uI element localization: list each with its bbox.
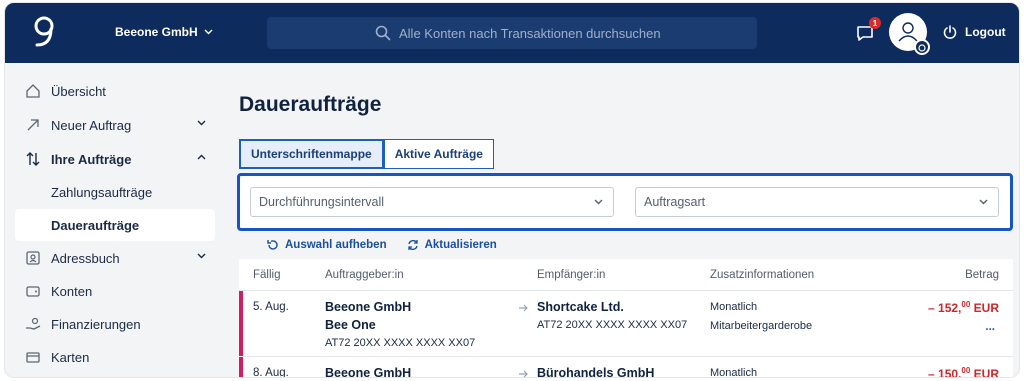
company-name: Beeone GmbH: [115, 25, 198, 39]
power-icon: [943, 25, 957, 39]
column-header-recipient: Empfänger:in: [537, 269, 606, 281]
page-title: Daueraufträge: [239, 93, 382, 116]
sidebar-item-cards[interactable]: Karten: [15, 341, 215, 373]
column-header-due: Fällig: [253, 269, 281, 281]
tab-bar: Unterschriftenmappe Aktive Aufträge: [239, 139, 494, 169]
card-icon: [26, 352, 40, 363]
logout-label: Logout: [965, 25, 1006, 39]
row-reference: Mitarbeitergarderobe: [710, 320, 813, 332]
interval-select-label: Durchführungsintervall: [259, 195, 385, 209]
row-recipient-iban: AT72 20XX XXXX XXXX XX07: [537, 319, 688, 331]
row-frequency: Monatlich: [710, 301, 758, 313]
hand-coin-icon: [26, 317, 41, 330]
column-header-amount: Betrag: [965, 269, 999, 281]
settings-icon[interactable]: [914, 39, 930, 55]
sidebar-item-address-book[interactable]: Adressbuch: [15, 242, 215, 274]
sidebar-item-overview[interactable]: Übersicht: [15, 75, 215, 107]
chevron-down-icon: [197, 120, 206, 126]
arrow-right-icon: [519, 370, 528, 377]
top-bar: Beeone GmbH Alle Konten nach Transaktion…: [5, 3, 1019, 63]
refresh-icon: [407, 239, 418, 251]
search-icon: [375, 25, 391, 41]
chevron-up-icon: [197, 154, 206, 160]
row-recipient-name: Shortcake Ltd.: [537, 300, 624, 314]
row-due-date: 5. Aug.: [253, 301, 289, 313]
clear-selection-label: Auswahl aufheben: [285, 239, 387, 251]
sidebar-item-standing-orders[interactable]: Daueraufträge: [15, 209, 215, 241]
table-row[interactable]: 8. Aug. Beeone GmbH Bürohandels GmbH Mon…: [239, 357, 1013, 378]
row-more-button[interactable]: ...: [985, 321, 995, 333]
main-content: Daueraufträge Unterschriftenmappe Aktive…: [225, 63, 1019, 378]
tab-signature-folder[interactable]: Unterschriftenmappe: [239, 139, 384, 169]
table-header: Fällig Auftraggeber:in Empfänger:in Zusa…: [239, 259, 1013, 291]
row-amount: – 150,00 EUR: [928, 366, 999, 378]
search-placeholder: Alle Konten nach Transaktionen durchsuch…: [399, 25, 661, 41]
sidebar-item-my-orders[interactable]: Ihre Aufträge: [15, 143, 215, 175]
row-frequency: Monatlich: [710, 367, 758, 378]
chevron-down-icon: [594, 199, 603, 205]
column-header-info: Zusatzinformationen: [710, 269, 815, 281]
sidebar-item-new-order[interactable]: Neuer Auftrag: [15, 109, 215, 141]
company-switcher[interactable]: Beeone GmbH: [115, 25, 213, 39]
tab-active-orders[interactable]: Aktive Aufträge: [383, 139, 494, 169]
order-type-select[interactable]: Auftragsart: [635, 187, 999, 217]
order-type-select-label: Auftragsart: [644, 195, 706, 209]
row-sender-name: Beeone GmbH: [325, 366, 412, 378]
standing-orders-table: Fällig Auftraggeber:in Empfänger:in Zusa…: [239, 259, 1013, 378]
logo-icon[interactable]: [33, 15, 55, 51]
row-recipient-name: Bürohandels GmbH: [537, 366, 655, 378]
address-book-icon: [26, 251, 40, 265]
search-input[interactable]: Alle Konten nach Transaktionen durchsuch…: [267, 17, 757, 49]
sidebar-item-financing[interactable]: Finanzierungen: [15, 308, 215, 340]
refresh-button[interactable]: Aktualisieren: [407, 239, 497, 251]
undo-icon: [267, 240, 278, 250]
wallet-icon: [26, 286, 40, 297]
interval-select[interactable]: Durchführungsintervall: [250, 187, 614, 217]
notification-badge: 1: [869, 17, 881, 29]
clear-selection-button[interactable]: Auswahl aufheben: [267, 239, 387, 251]
row-status-stripe: [239, 357, 243, 377]
table-row[interactable]: 5. Aug. Beeone GmbH Bee One AT72 20XX XX…: [239, 291, 1013, 357]
arrow-up-right-icon: [27, 119, 39, 131]
row-amount: – 152,00 EUR: [928, 300, 999, 315]
row-due-date: 8. Aug.: [253, 367, 289, 378]
filter-actions: Auswahl aufheben Aktualisieren: [267, 239, 497, 251]
transfer-arrows-icon: [26, 152, 40, 166]
logout-button[interactable]: Logout: [943, 25, 1006, 39]
sidebar: Übersicht Neuer Auftrag Ihre Aufträge Za…: [5, 63, 225, 377]
sidebar-item-payment-orders[interactable]: Zahlungsaufträge: [15, 176, 215, 208]
row-sender-iban: AT72 20XX XXXX XXXX XX07: [325, 337, 476, 349]
chevron-down-icon: [197, 253, 206, 259]
app-window: Beeone GmbH Alle Konten nach Transaktion…: [4, 2, 1020, 378]
filter-panel: Durchführungsintervall Auftragsart: [237, 173, 1013, 231]
arrow-right-icon: [519, 304, 528, 312]
column-header-sender: Auftraggeber:in: [325, 269, 404, 281]
row-sender-subname: Bee One: [325, 318, 376, 332]
home-icon: [26, 84, 40, 98]
chevron-down-icon: [979, 199, 988, 205]
sidebar-item-accounts[interactable]: Konten: [15, 275, 215, 307]
row-sender-name: Beeone GmbH: [325, 300, 412, 314]
refresh-label: Aktualisieren: [424, 239, 497, 251]
chevron-down-icon: [204, 29, 213, 35]
row-status-stripe: [239, 291, 243, 356]
